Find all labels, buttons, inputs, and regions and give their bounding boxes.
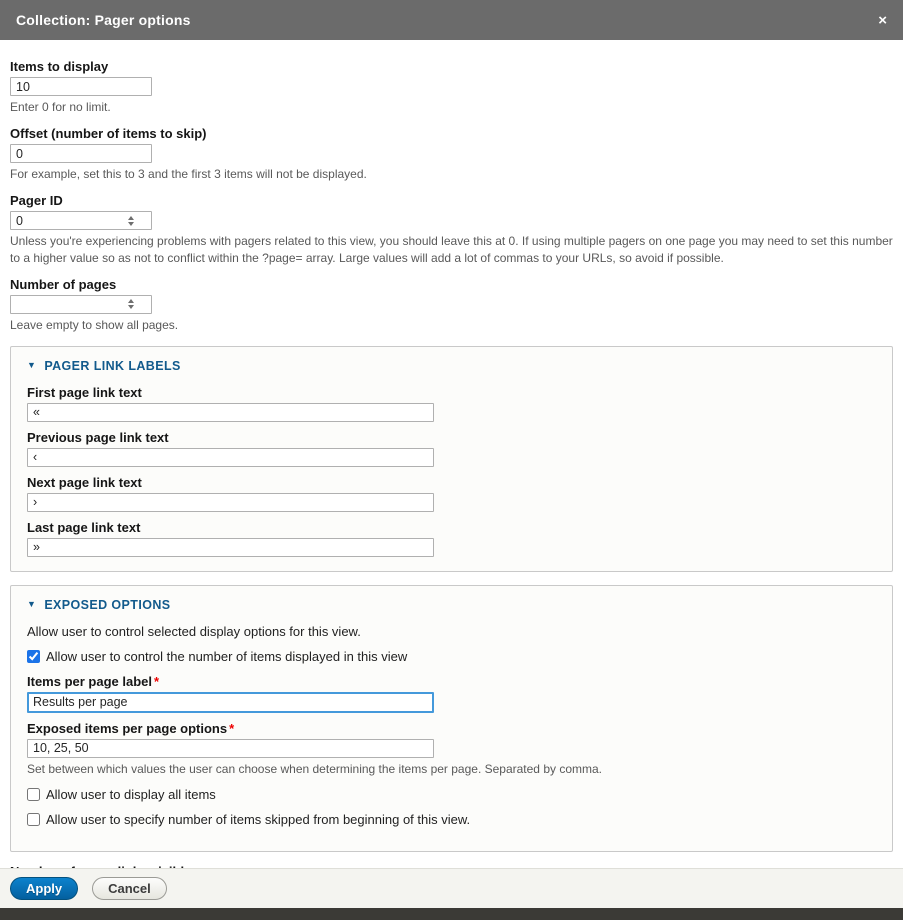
dialog-footer: Apply Cancel [0,868,903,908]
required-marker: * [154,674,159,689]
previous-page-link-field: Previous page link text [27,430,876,467]
number-of-pages-help: Leave empty to show all pages. [10,317,893,333]
display-all-checkbox-label[interactable]: Allow user to display all items [46,787,216,802]
items-to-display-field: Items to display Enter 0 for no limit. [10,59,893,115]
previous-page-link-label: Previous page link text [27,430,876,445]
page-background-bar [0,908,903,920]
offset-help: For example, set this to 3 and the first… [10,166,893,182]
exposed-items-options-label: Exposed items per page options* [27,721,876,736]
items-to-display-label: Items to display [10,59,893,74]
pager-link-labels-legend[interactable]: ▼ PAGER LINK LABELS [27,359,876,373]
last-page-link-field: Last page link text [27,520,876,557]
pager-link-labels-fieldset: ▼ PAGER LINK LABELS First page link text… [10,346,893,572]
control-items-checkbox-row: Allow user to control the number of item… [27,649,876,664]
apply-button[interactable]: Apply [10,877,78,900]
pager-id-field: Pager ID Unless you're experiencing prob… [10,193,893,265]
first-page-link-label: First page link text [27,385,876,400]
collapse-arrow-icon: ▼ [27,600,36,609]
control-items-checkbox-label[interactable]: Allow user to control the number of item… [46,649,407,664]
dialog-content: Items to display Enter 0 for no limit. O… [0,40,903,868]
number-of-pages-field: Number of pages Leave empty to show all … [10,277,893,333]
exposed-options-legend[interactable]: ▼ EXPOSED OPTIONS [27,598,876,612]
close-icon[interactable]: × [878,13,887,28]
exposed-options-fieldset: ▼ EXPOSED OPTIONS Allow user to control … [10,585,893,852]
offset-input[interactable] [10,144,152,163]
cancel-button[interactable]: Cancel [92,877,167,900]
next-page-link-field: Next page link text [27,475,876,512]
offset-checkbox[interactable] [27,813,40,826]
exposed-items-options-input[interactable] [27,739,434,758]
exposed-options-intro: Allow user to control selected display o… [27,624,876,639]
collapse-arrow-icon: ▼ [27,361,36,370]
items-per-page-label-input[interactable] [27,692,434,713]
dialog-titlebar: Collection: Pager options × [0,0,903,40]
required-marker: * [229,721,234,736]
exposed-items-options-field: Exposed items per page options* Set betw… [27,721,876,777]
items-per-page-label-label: Items per page label* [27,674,876,689]
pager-id-label: Pager ID [10,193,893,208]
previous-page-link-input[interactable] [27,448,434,467]
items-to-display-input[interactable] [10,77,152,96]
page-title: Collection: Pager options [16,12,191,28]
items-per-page-label-field: Items per page label* [27,674,876,713]
first-page-link-field: First page link text [27,385,876,422]
display-all-checkbox-row: Allow user to display all items [27,787,876,802]
next-page-link-input[interactable] [27,493,434,512]
display-all-checkbox[interactable] [27,788,40,801]
control-items-checkbox[interactable] [27,650,40,663]
number-spinner-icon[interactable] [128,216,134,226]
pager-link-labels-legend-text: PAGER LINK LABELS [44,359,180,373]
last-page-link-input[interactable] [27,538,434,557]
offset-field: Offset (number of items to skip) For exa… [10,126,893,182]
pager-id-help: Unless you're experiencing problems with… [10,233,893,265]
offset-checkbox-row: Allow user to specify number of items sk… [27,812,876,827]
number-spinner-icon[interactable] [128,299,134,309]
exposed-items-options-help: Set between which values the user can ch… [27,761,876,777]
next-page-link-label: Next page link text [27,475,876,490]
offset-label: Offset (number of items to skip) [10,126,893,141]
last-page-link-label: Last page link text [27,520,876,535]
items-to-display-help: Enter 0 for no limit. [10,99,893,115]
offset-checkbox-label[interactable]: Allow user to specify number of items sk… [46,812,470,827]
exposed-options-legend-text: EXPOSED OPTIONS [44,598,170,612]
first-page-link-input[interactable] [27,403,434,422]
number-of-pages-label: Number of pages [10,277,893,292]
